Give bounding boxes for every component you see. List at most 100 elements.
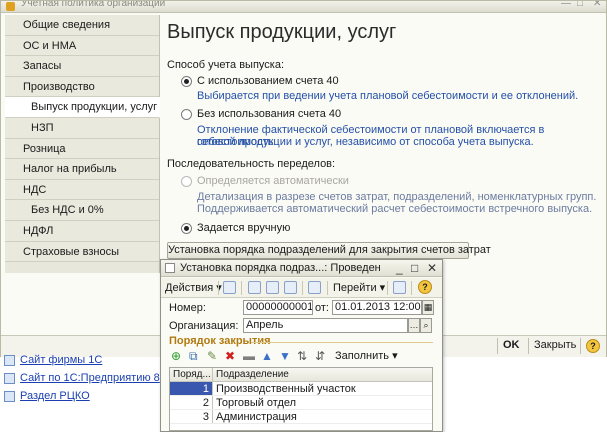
set-order-button[interactable]: Установка порядка подразделений для закр… <box>167 242 491 259</box>
nav-item-wip[interactable]: НЗП <box>5 117 159 139</box>
nav-item-general[interactable]: Общие сведения <box>5 15 159 36</box>
maximize-icon[interactable]: □ <box>577 1 583 9</box>
nav-item-inventory[interactable]: Запасы <box>5 56 159 77</box>
help-icon[interactable]: ? <box>586 339 600 353</box>
nav-item-insurance[interactable]: Страховые взносы <box>5 241 159 263</box>
nav-item-fixed-assets[interactable]: ОС и НМА <box>5 35 159 57</box>
minimize-icon[interactable]: _ <box>396 261 403 275</box>
organization-input[interactable]: Апрель <box>243 318 408 333</box>
cell-department[interactable]: Администрация <box>213 410 432 423</box>
popup-toolbar: Действия ▾ Перейти ▾ ? <box>161 278 442 298</box>
refresh-icon[interactable] <box>284 281 297 294</box>
organization-label: Организация: <box>169 320 239 332</box>
document-icon <box>165 263 175 273</box>
nav-item-output[interactable]: Выпуск продукции, услуг <box>5 97 160 118</box>
radio-auto-sequence[interactable]: Определяется автоматически <box>181 175 349 187</box>
table-icon[interactable] <box>393 281 406 294</box>
main-window-title: Учетная политика организаций <box>21 1 166 9</box>
help-icon[interactable]: ? <box>418 280 432 294</box>
delete-row-icon[interactable]: ✖ <box>225 350 235 362</box>
cell-order[interactable]: 3 <box>170 410 213 423</box>
cell-department[interactable]: Торговый отдел <box>213 396 432 409</box>
fill-menu[interactable]: Заполнить ▾ <box>335 350 398 362</box>
sort-ascending-icon[interactable]: ⇅ <box>297 350 307 362</box>
radio-with-account-40[interactable]: С использованием счета 40 <box>181 75 339 87</box>
minimize-icon[interactable]: — <box>561 1 571 9</box>
toolbar-separator <box>241 281 242 295</box>
table-row[interactable]: 2 Торговый отдел <box>170 396 432 410</box>
radio-selected-icon[interactable] <box>181 222 192 234</box>
copy-icon[interactable] <box>266 281 279 294</box>
toolbar-separator <box>218 281 219 295</box>
nav-item-profit-tax[interactable]: Налог на прибыль <box>5 159 159 180</box>
actions-menu[interactable]: Действия ▾ <box>165 281 222 294</box>
sidebar-nav: Общие сведения ОС и НМА Запасы Производс… <box>5 15 160 273</box>
radio-unselected-icon[interactable] <box>181 108 192 120</box>
radio-label: С использованием счета 40 <box>197 75 339 87</box>
link-1c-enterprise-site[interactable]: Сайт по 1С:Предприятию 8 <box>4 372 160 384</box>
save-icon[interactable] <box>248 281 261 294</box>
column-header-department[interactable]: Подразделение <box>213 368 432 381</box>
nav-item-no-vat[interactable]: Без НДС и 0% <box>5 200 159 221</box>
date-input[interactable]: 01.01.2013 12:00:00 <box>332 300 422 315</box>
cell-order[interactable]: 2 <box>170 396 213 409</box>
toolbar-separator <box>411 281 412 295</box>
column-header-order[interactable]: Поряд... <box>170 368 213 381</box>
maximize-icon[interactable]: □ <box>411 261 418 275</box>
sort-descending-icon[interactable]: ⇵ <box>315 350 325 362</box>
radio-manual-sequence[interactable]: Задается вручную <box>181 222 290 234</box>
closing-order-table: Поряд... Подразделение 1 Производственны… <box>169 367 433 431</box>
end-edit-icon[interactable]: ▬ <box>243 350 255 362</box>
nav-item-vat[interactable]: НДС <box>5 179 159 201</box>
popup-title: Установка порядка подраз...: Проведен <box>180 262 381 274</box>
toolbar-separator <box>302 281 303 295</box>
section-sequence-label: Последовательность переделов: <box>167 158 336 170</box>
date-label: от: <box>315 302 329 314</box>
close-button[interactable]: Закрыть <box>534 339 576 351</box>
nav-item-production[interactable]: Производство <box>5 76 159 98</box>
select-ellipsis-icon[interactable]: … <box>408 318 420 333</box>
order-document-window: Установка порядка подраз...: Проведен _ … <box>160 259 443 432</box>
edit-row-icon[interactable]: ✎ <box>207 350 217 362</box>
group-divider <box>251 342 433 343</box>
cell-department[interactable]: Производственный участок <box>213 382 432 395</box>
calendar-icon[interactable]: ▦ <box>422 300 434 315</box>
closing-order-group-title: Порядок закрытия <box>169 335 271 347</box>
number-input[interactable]: 00000000001 <box>243 300 313 315</box>
nav-item-personal-tax[interactable]: НДФЛ <box>5 220 159 242</box>
option3-hint-line1: Детализация в разрезе счетов затрат, под… <box>197 191 597 203</box>
table-row[interactable]: 1 Производственный участок <box>170 382 432 396</box>
radio-label: Без использования счета 40 <box>197 108 342 120</box>
link-1c-site[interactable]: Сайт фирмы 1С <box>4 354 102 366</box>
movements-icon[interactable] <box>308 281 321 294</box>
radio-disabled-icon[interactable] <box>181 175 192 187</box>
add-row-icon[interactable]: ⊕ <box>171 350 181 362</box>
radio-label: Задается вручную <box>197 222 291 234</box>
number-label: Номер: <box>169 302 206 314</box>
radio-selected-icon[interactable] <box>181 75 192 87</box>
nav-item-retail[interactable]: Розница <box>5 138 159 160</box>
post-document-icon[interactable] <box>223 281 236 294</box>
table-row[interactable]: 3 Администрация <box>170 410 432 424</box>
radio-without-account-40[interactable]: Без использования счета 40 <box>181 108 341 120</box>
ok-button[interactable]: OK <box>503 339 520 351</box>
toolbar-separator <box>327 281 328 295</box>
close-icon[interactable]: ✕ <box>593 1 601 9</box>
search-icon[interactable]: ⌕ <box>420 318 432 333</box>
link-rcko[interactable]: Раздел РЦКО <box>4 390 90 402</box>
radio-label: Определяется автоматически <box>197 175 349 187</box>
web-link-icon <box>4 354 15 366</box>
goto-menu[interactable]: Перейти ▾ <box>333 281 385 294</box>
web-link-icon <box>4 390 15 402</box>
move-up-icon[interactable]: ▲ <box>261 350 273 362</box>
app-icon <box>6 2 15 11</box>
section-output-method-label: Способ учета выпуска: <box>167 59 284 71</box>
cell-order[interactable]: 1 <box>170 382 213 395</box>
move-down-icon[interactable]: ▼ <box>279 350 291 362</box>
table-header: Поряд... Подразделение <box>170 368 432 382</box>
option1-hint: Выбирается при ведении учета плановой се… <box>197 90 579 102</box>
toolbar-separator <box>497 338 498 354</box>
copy-row-icon[interactable]: ⧉ <box>189 350 198 362</box>
close-icon[interactable]: ✕ <box>427 261 437 275</box>
toolbar-separator <box>580 338 581 354</box>
